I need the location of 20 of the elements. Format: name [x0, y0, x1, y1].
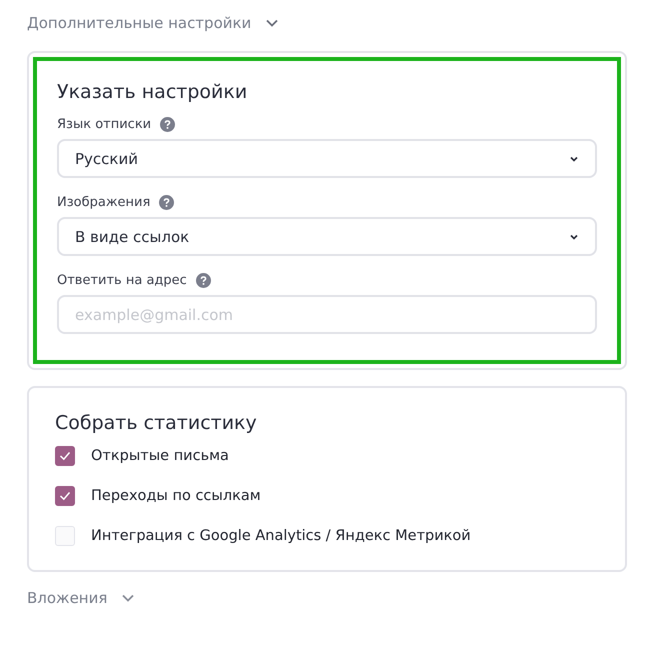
card-title: Собрать статистику [55, 412, 258, 434]
checkbox-label: Открытые письма [91, 448, 229, 464]
language-dropdown[interactable]: Русский [57, 139, 597, 178]
checkmark-icon [58, 449, 72, 463]
field-label: Ответить на адрес [57, 273, 187, 288]
checkbox[interactable] [55, 446, 75, 466]
field-label: Язык отписки [57, 117, 152, 132]
card-title: Указать настройки [57, 81, 248, 103]
checkbox-label: Переходы по ссылкам [91, 488, 261, 504]
help-icon[interactable] [159, 195, 174, 210]
section-toggle[interactable]: Дополнительные настройки [27, 11, 280, 35]
help-icon[interactable] [196, 273, 211, 288]
email-input-field[interactable]: example@gmail.com [57, 295, 597, 334]
checkbox-label: Интеграция с Google Analytics / Яндекс Метрикой [91, 528, 471, 544]
checkmark-icon [58, 489, 72, 503]
section-toggle[interactable]: Вложения [27, 586, 136, 610]
help-icon[interactable] [160, 117, 176, 132]
checkbox[interactable] [55, 486, 75, 506]
field-label: Изображения [57, 195, 150, 210]
language-dropdown[interactable]: В виде ссылок [57, 217, 597, 256]
